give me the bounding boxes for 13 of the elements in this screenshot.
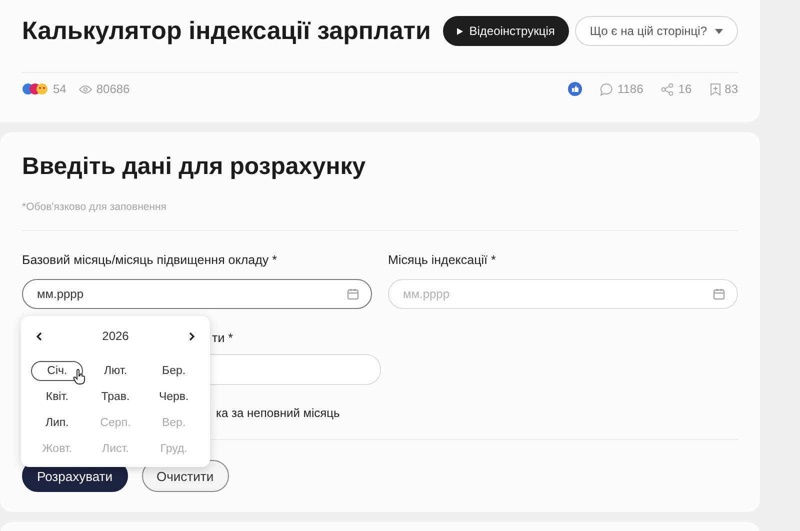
shares-count: 16 [678,82,692,96]
reactions-count: 54 [53,82,66,96]
field-label: ти * [212,331,234,345]
field-label: Базовий місяць/місяць підвищення окладу * [22,253,278,267]
form-title: Введіть дані для розрахунку [22,152,367,181]
comments-count: 1186 [617,82,644,96]
views-count: 80686 [96,82,130,96]
bookmarks-count: 83 [724,82,738,96]
required-note: *Обов'язково для заповнення [22,201,168,213]
year-label: 2026 [102,329,129,343]
option-label: ка за неповний місяць [216,406,340,420]
field-label: Місяць індексації * [388,253,497,267]
page-title: Калькулятор індексації зарплати [22,16,431,46]
